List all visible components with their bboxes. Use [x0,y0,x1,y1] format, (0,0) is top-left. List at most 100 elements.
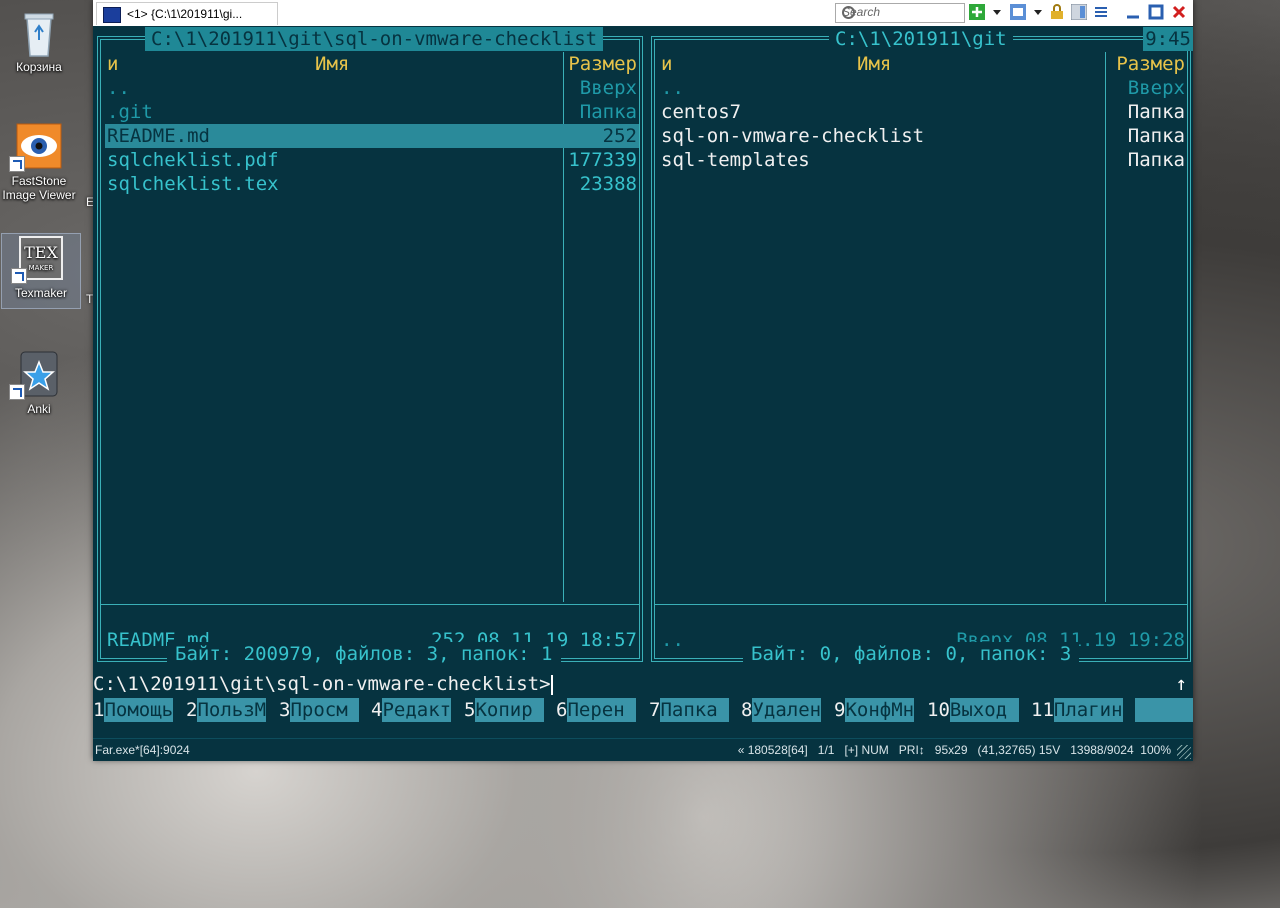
shortcut-arrow-icon [9,384,25,400]
fkey-number: 1 [93,699,105,721]
panel-summary: Байт: 200979, файлов: 3, папок: 1 [167,642,561,666]
add-console-icon[interactable] [969,4,985,20]
column-header-name[interactable]: Имя [315,52,349,76]
column-header-mark: и [107,53,119,75]
fkey-number: 10 [927,699,950,721]
fkey-number: 8 [741,699,753,721]
chevron-down-icon[interactable] [1034,10,1042,15]
file-row-size: Папка [1127,125,1185,147]
fkey-label: Папка [660,698,730,722]
faststone-eye-icon [9,122,63,172]
file-row-size: Папка [1127,101,1185,123]
file-row-name[interactable]: centos7 [661,100,741,124]
file-row-size: Вверх [1127,77,1185,99]
file-row-size: 252 [602,125,637,147]
fkey-label: Помощь [104,698,174,722]
function-key-bar: 1Помощь 2ПользМ 3Просм 4Редакт 5Копир 6П… [93,698,1193,722]
fkey-number: 2 [186,699,198,721]
minimize-icon[interactable] [1125,4,1141,20]
file-row-name[interactable]: sql-templates [661,148,810,172]
recycle-bin-icon [15,8,63,57]
resize-grip-icon[interactable] [1177,745,1191,759]
command-prompt: C:\1\201911\git\sql-on-vmware-checklist> [93,673,551,695]
desktop-icon-recycle-bin[interactable]: Корзина [0,8,78,74]
desktop-icon-label: FastStone Image Viewer [2,174,76,202]
text-cursor [550,674,553,695]
clock: 9:45 [1143,27,1193,51]
console-tab[interactable]: <1> {C:\1\201911\gi... [96,2,278,25]
fkey-label: Перен [567,698,637,722]
fkey-label: Копир [475,698,545,722]
file-row-name[interactable]: .. [661,76,684,100]
fkey-plugins[interactable]: 11Плагин [1031,698,1123,722]
command-line[interactable]: C:\1\201911\git\sql-on-vmware-checklist> [93,672,1193,696]
column-divider [1105,52,1106,602]
desktop-icon-label: Anki [27,402,51,416]
file-row-name[interactable]: .. [107,76,130,100]
panel-separator [655,604,1187,605]
fkey-configmenu[interactable]: 9КонфМн [834,698,915,722]
file-row-name[interactable]: sqlcheklist.tex [107,172,279,196]
fkey-mkdir[interactable]: 7Папка [649,698,730,722]
fkey-label: Просм [290,698,360,722]
menu-icon[interactable] [1093,4,1109,20]
shortcut-arrow-icon [9,156,25,172]
desktop-icon-texmaker[interactable]: TEX MAKER Texmaker [1,233,81,309]
fkey-delete[interactable]: 8Удален [741,698,822,722]
file-row-name[interactable]: sqlcheklist.pdf [107,148,279,172]
close-icon[interactable] [1171,4,1187,20]
fkey-number: 3 [279,699,291,721]
shortcut-arrow-icon [11,268,27,284]
fkey-edit[interactable]: 4Редакт [371,698,452,722]
desktop-icon-faststone[interactable]: FastStone Image Viewer [0,122,78,202]
scroll-up-icon[interactable]: ↑ [1176,672,1187,696]
status-details: « 180528[64] 1/1 [+] NUM PRI↕ 95x29 (41,… [737,743,1171,757]
fkey-number: 9 [834,699,846,721]
file-row-size: Папка [579,101,637,123]
right-file-panel[interactable]: C:\1\201911\git 9:45 и Имя Размер .. Вве… [651,27,1193,666]
chevron-down-icon[interactable] [993,10,1001,15]
console-area: C:\1\201911\git\sql-on-vmware-checklist … [93,26,1193,738]
tab-title: <1> {C:\1\201911\gi... [127,7,243,21]
column-header-size[interactable]: Размер [568,52,637,76]
panel-separator [101,604,639,605]
console-window-icon[interactable] [1010,4,1026,20]
fkey-quit[interactable]: 10Выход [927,698,1019,722]
file-row-size: Вверх [579,77,637,99]
right-panel-title: C:\1\201911\git [829,27,1013,51]
svg-text:TEX: TEX [24,243,58,262]
desktop-icon-anki[interactable]: Anki [0,350,78,416]
file-row-name[interactable]: README.md [107,124,210,148]
file-row-size: 177339 [568,149,637,171]
maximize-icon[interactable] [1148,4,1164,20]
far-manager-window: <1> {C:\1\201911\gi... Search C:\1\20191… [93,0,1193,761]
window-titlebar: <1> {C:\1\201911\gi... Search [93,0,1193,26]
fkey-view[interactable]: 3Просм [279,698,360,722]
fkey-number: 4 [371,699,383,721]
process-info[interactable]: Far.exe*[64]:9024 [95,739,190,761]
fkey-move[interactable]: 6Перен [556,698,637,722]
fkey-usermenu[interactable]: 2ПользМ [186,698,267,722]
desktop-icon-label: Корзина [16,60,62,74]
fkey-number: 11 [1031,699,1054,721]
column-header-size[interactable]: Размер [1116,52,1185,76]
texmaker-icon: TEX MAKER [11,234,65,284]
file-row-size: 23388 [579,173,637,195]
fkey-label: ПользМ [197,698,267,722]
file-row-size: Папка [1127,149,1185,171]
fkey-label: Выход [949,698,1019,722]
column-header-name[interactable]: Имя [857,52,891,76]
fkey-empty-slot [1135,698,1193,722]
fkey-help[interactable]: 1Помощь [93,698,174,722]
split-view-icon[interactable] [1071,4,1087,20]
search-input[interactable]: Search [835,3,965,23]
fkey-label: Удален [752,698,822,722]
console-app-icon [103,7,121,23]
fkey-label: КонфМн [845,698,915,722]
fkey-copy[interactable]: 5Копир [464,698,545,722]
svg-text:MAKER: MAKER [29,264,54,272]
lock-icon[interactable] [1049,4,1065,20]
file-row-name[interactable]: sql-on-vmware-checklist [661,124,924,148]
left-file-panel[interactable]: C:\1\201911\git\sql-on-vmware-checklist … [97,27,643,666]
file-row-name[interactable]: .git [107,100,153,124]
